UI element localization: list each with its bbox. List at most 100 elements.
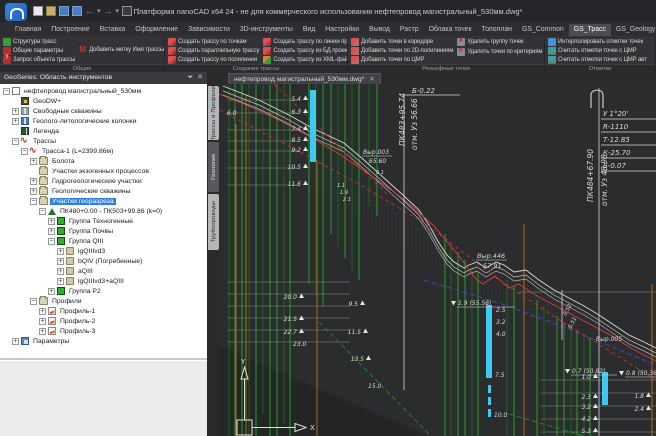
ribbon-tab-topoplan[interactable]: Топоплан	[477, 24, 517, 36]
expander-icon[interactable]: −	[12, 138, 19, 145]
side-tab-3[interactable]: Трубопроводы	[208, 194, 219, 250]
tree-item-17[interactable]: +bQIV (Погребенные)	[0, 256, 207, 266]
tree-item-6[interactable]: −Трасса-1 (L=2399.86м)	[0, 146, 207, 156]
trassa-po-tochkam-button[interactable]: Создать трассу по точкам	[168, 37, 259, 46]
expander-icon[interactable]: +	[57, 258, 64, 265]
qat-options-icon[interactable]: ⋮	[135, 7, 142, 15]
ribbon-tab-gs-geology[interactable]: GS_Geology	[611, 24, 656, 36]
udalit-tochki-po-kriteriyam-button[interactable]: Удалить точки по критериям	[457, 47, 542, 56]
redo-dropdown-icon[interactable]: ▾	[116, 7, 120, 15]
new-document-icon[interactable]	[33, 6, 43, 16]
expander-icon[interactable]: +	[30, 178, 37, 185]
tree-item-11[interactable]: −Участки георазреза	[0, 196, 207, 206]
tree-item-16[interactable]: +lgQIIIvd3	[0, 246, 207, 256]
trassa-po-linii-profilya-button[interactable]: Создать трассу по линии профиля	[263, 37, 347, 46]
tree-item-20[interactable]: +Группа P2	[0, 286, 207, 296]
trassa-iz-bd-proekta-button[interactable]: Создать трассу из БД проекта	[263, 46, 347, 55]
tree-item-19[interactable]: +lgQIIIvd3+aQIII	[0, 276, 207, 286]
expander-icon[interactable]: +	[30, 158, 37, 165]
tree-item-2[interactable]: +Свободные скважины	[0, 106, 207, 116]
schitat-otmetki-cmr-button[interactable]: Считать отметки точек с ЦМР	[548, 46, 647, 55]
expander-icon[interactable]: +	[48, 228, 55, 235]
expander-icon[interactable]: −	[48, 238, 55, 245]
redo-icon[interactable]: →	[104, 6, 113, 16]
tree-item-0[interactable]: −нефтепровод магистральный_530мм	[0, 86, 207, 96]
save-icon[interactable]	[59, 6, 69, 16]
ribbon-tab-gs-common[interactable]: GS_Common	[517, 24, 569, 36]
side-tab-1[interactable]: Трассы и Профили	[208, 86, 219, 140]
tree-item-4[interactable]: Легенда	[0, 126, 207, 136]
expander-icon[interactable]: +	[39, 318, 46, 325]
tree-item-14[interactable]: +Группа Почвы	[0, 226, 207, 236]
undo-icon[interactable]: ←	[85, 6, 94, 16]
tree-item-22[interactable]: +Профиль-1	[0, 306, 207, 316]
tree-item-8[interactable]: Участки экзогенных процессов	[0, 166, 207, 176]
expander-icon[interactable]: +	[57, 248, 64, 255]
open-file-icon[interactable]	[46, 6, 56, 16]
ribbon-tab-glavnaya[interactable]: Главная	[10, 24, 46, 36]
expander-icon[interactable]: +	[12, 338, 19, 345]
ribbon-tab-nastroyki[interactable]: Настройки	[320, 24, 364, 36]
obshchie-parametry-button[interactable]: Общие параметры	[3, 46, 75, 55]
expander-icon[interactable]: +	[12, 108, 19, 115]
tree-item-7[interactable]: +Болота	[0, 156, 207, 166]
zapros-obekta-trassy-button[interactable]: Запрос объекта трассы	[3, 55, 75, 64]
expander-icon[interactable]: +	[30, 188, 37, 195]
ribbon-tab-vyvod[interactable]: Вывод	[364, 24, 395, 36]
tree-item-1[interactable]: GeoDW+	[0, 96, 207, 106]
expander-icon[interactable]: −	[3, 88, 10, 95]
tree-item-13[interactable]: +Группа Техногенные	[0, 216, 207, 226]
tree-item-21[interactable]: −Профили	[0, 296, 207, 306]
ribbon-tab-oblaka-tochek[interactable]: Облака точек	[424, 24, 477, 36]
trassa-iz-xml-button[interactable]: Создать трассу из XML-файла	[263, 55, 347, 64]
ribbon-tab-3d-instrumenty[interactable]: 3D-инструменты	[235, 24, 298, 36]
expander-icon[interactable]: +	[57, 268, 64, 275]
parallelnaya-trassa-button[interactable]: Создать параллельную трассу	[168, 46, 259, 55]
expander-icon[interactable]: +	[48, 218, 55, 225]
expander-icon[interactable]: +	[12, 118, 19, 125]
interpolirovat-otmetki-button[interactable]: Интерполировать отметки точек	[548, 37, 647, 46]
ribbon-tab-vstavka[interactable]: Вставка	[95, 24, 131, 36]
tree-item-3[interactable]: +Геолого-литологические колонки	[0, 116, 207, 126]
expander-icon[interactable]: +	[57, 278, 64, 285]
ribbon-tab-gs-trass[interactable]: GS_Трасс	[569, 24, 611, 36]
dobavit-metku-imya-trassy-button[interactable]: Добавить метку Имя трассы	[79, 46, 164, 55]
expander-icon[interactable]: +	[39, 328, 46, 335]
expander-icon[interactable]: −	[39, 208, 46, 215]
tochki-po-2d-poliliniyam-button[interactable]: Добавить точки по 2D-полилиниям	[351, 46, 453, 55]
tochki-v-koridore-button[interactable]: Добавить точки в коридоре	[351, 37, 453, 46]
schitat-otmetki-cmr-avto-button[interactable]: Считать отметки точек с ЦМР авт	[548, 55, 647, 64]
chevron-down-icon[interactable]: ⏷	[188, 72, 194, 84]
ribbon-tab-postroenie[interactable]: Построение	[46, 24, 94, 36]
tree-item-9[interactable]: +Гидрогеологические участки	[0, 176, 207, 186]
tree-item-18[interactable]: +aQIII	[0, 266, 207, 276]
expander-icon[interactable]: +	[48, 288, 55, 295]
tree-item-25[interactable]: +Параметры	[0, 336, 207, 346]
struktura-trass-button[interactable]: Структура трасс	[3, 37, 75, 46]
print-icon[interactable]	[122, 6, 132, 16]
ribbon-tab-oformlenie[interactable]: Оформление	[130, 24, 183, 36]
tree-item-10[interactable]: +Геологические скважины	[0, 186, 207, 196]
ribbon-tab-vid[interactable]: Вид	[298, 24, 320, 36]
close-tab-icon[interactable]: ✕	[369, 75, 374, 83]
tree-item-15[interactable]: −Группа QIII	[0, 236, 207, 246]
palette-header[interactable]: GeoSeries: Область инструментов ⏷ ✕	[0, 72, 207, 84]
expander-icon[interactable]: −	[30, 198, 37, 205]
trassa-po-polilinii-button[interactable]: Создать трассу по полилинии	[168, 55, 259, 64]
udalit-gruppu-tochek-button[interactable]: Удалить группу точек	[457, 37, 542, 46]
close-icon[interactable]: ✕	[197, 72, 203, 84]
expander-icon[interactable]: −	[21, 148, 28, 155]
expander-icon[interactable]: −	[30, 298, 37, 305]
tree-item-23[interactable]: +Профиль-2	[0, 316, 207, 326]
expander-icon[interactable]: +	[39, 308, 46, 315]
save-all-icon[interactable]	[72, 6, 82, 16]
document-tab[interactable]: нефтепровод магистральный_530мм.dwg* ✕	[228, 73, 381, 84]
ribbon-tab-rastr[interactable]: Растр	[395, 24, 424, 36]
drawing-canvas[interactable]: 5.46.37.48.59.210.511.620.021.522.79.511…	[219, 84, 656, 436]
undo-dropdown-icon[interactable]: ▾	[97, 7, 101, 15]
ribbon-tab-zavisimosti[interactable]: Зависимости	[183, 24, 235, 36]
tree-item-24[interactable]: +Профиль-3	[0, 326, 207, 336]
tochki-po-cmr-button[interactable]: Добавить точки по ЦМР	[351, 55, 453, 64]
tree-item-12[interactable]: −ПК480+0.00 - ПК503+99.86 (k=0)	[0, 206, 207, 216]
side-tab-2[interactable]: Геология	[208, 142, 219, 192]
